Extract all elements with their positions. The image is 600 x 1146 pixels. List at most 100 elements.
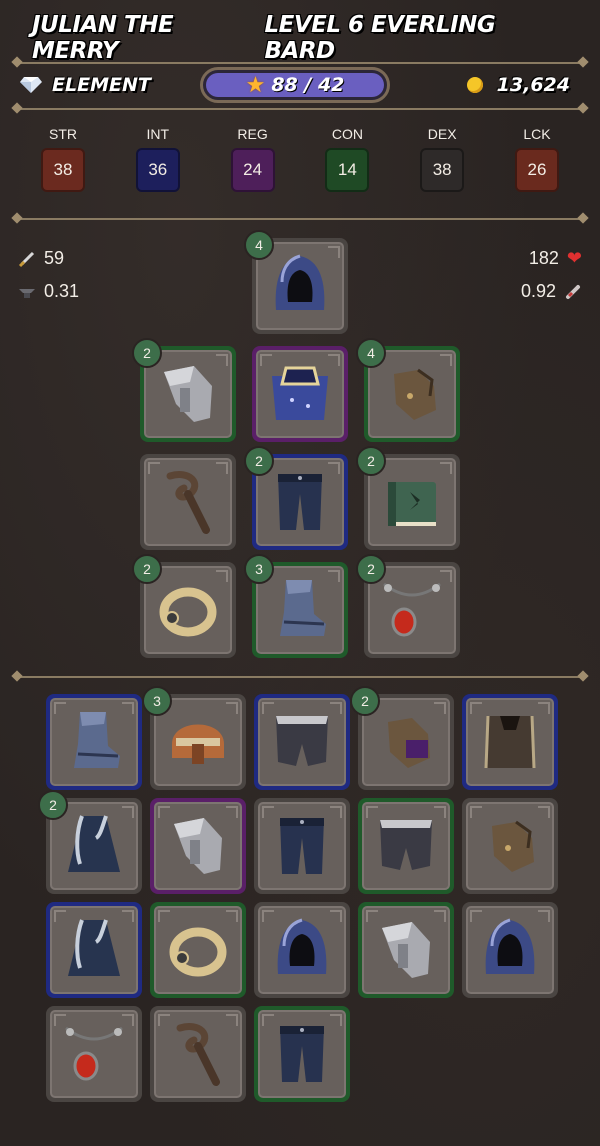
slot-frame (466, 698, 554, 786)
slot-frame (258, 802, 346, 890)
amulet-icon (65, 1026, 123, 1081)
stat-label: REG (237, 126, 268, 142)
item-count-badge: 2 (244, 446, 274, 476)
inventory-slot[interactable] (358, 798, 454, 894)
divider (15, 108, 585, 110)
item-count-badge: 2 (356, 446, 386, 476)
item-count-badge: 2 (132, 338, 162, 368)
inventory-slot[interactable] (254, 902, 350, 998)
inventory-slot[interactable] (462, 798, 558, 894)
inventory-slot[interactable] (462, 694, 558, 790)
stat-value: 38 (420, 148, 465, 192)
stat-label: INT (146, 126, 170, 142)
pauldron-icon (164, 366, 212, 422)
stat-reg[interactable]: REG 24 (206, 126, 300, 192)
attack-speed-stat: 0.31 (18, 281, 79, 302)
stat-dex[interactable]: DEX 38 (395, 126, 489, 192)
equip-slot-chest[interactable] (252, 346, 348, 442)
stat-lck[interactable]: LCK 26 (490, 126, 584, 192)
cloak-icon (68, 919, 120, 976)
stat-value: 26 (514, 148, 559, 192)
ring-icon (169, 927, 227, 977)
health-value: 182 (528, 248, 559, 268)
inventory-slot[interactable] (462, 902, 558, 998)
slot-frame (154, 802, 242, 890)
hood-icon (485, 918, 535, 974)
heart-icon: ❤ (566, 248, 582, 268)
item-count-badge: 2 (38, 790, 68, 820)
inventory-slot[interactable] (358, 902, 454, 998)
inventory-slot[interactable] (46, 1006, 142, 1102)
slot-frame (362, 906, 450, 994)
equip-slot-legs[interactable]: 2 (244, 446, 348, 550)
divider (15, 218, 585, 220)
attack-value: 59 (44, 248, 65, 268)
slot-frame (154, 1010, 242, 1098)
inventory-slot[interactable]: 2 (38, 790, 142, 894)
slot-frame (50, 698, 138, 786)
xp-value: 88 / 42 (271, 74, 345, 96)
item-count-badge: 4 (356, 338, 386, 368)
inventory-slot[interactable] (254, 694, 350, 790)
coin-icon (466, 77, 483, 93)
inventory-slot[interactable] (150, 1006, 246, 1102)
potion-icon (566, 284, 580, 299)
inventory-slot[interactable] (46, 694, 142, 790)
element[interactable]: Element (20, 74, 190, 96)
equip-slot-weapon[interactable] (140, 454, 236, 550)
inventory-slot[interactable] (150, 902, 246, 998)
staff-icon (176, 1023, 220, 1086)
dagger-icon (18, 251, 35, 267)
inventory-slot[interactable] (254, 1006, 350, 1102)
stat-label: DEX (427, 126, 457, 142)
slot-frame (50, 906, 138, 994)
diamond-icon (20, 77, 42, 93)
item-count-badge: 2 (350, 686, 380, 716)
amulet-icon (383, 582, 441, 637)
item-count-badge: 2 (356, 554, 386, 584)
inventory-slot[interactable] (46, 902, 142, 998)
equip-slot-feet[interactable]: 3 (244, 554, 348, 658)
boot-icon (280, 580, 326, 636)
equip-slot-shoulders[interactable]: 2 (132, 338, 236, 442)
pauldron-icon (382, 922, 430, 978)
inventory-slot[interactable]: 3 (142, 686, 246, 790)
equip-slot-hands[interactable]: 4 (356, 338, 460, 442)
stat-int[interactable]: INT 36 (111, 126, 205, 192)
hood-icon (277, 918, 327, 974)
equip-slot-ring[interactable]: 2 (132, 554, 236, 658)
equip-slot-neck[interactable]: 2 (356, 554, 460, 658)
stat-value: 36 (135, 148, 180, 192)
element-label: Element (52, 74, 151, 96)
inventory-slot[interactable] (150, 798, 246, 894)
character-level-class: Level 6 Everling Bard (264, 12, 496, 64)
stat-con[interactable]: CON 14 (300, 126, 394, 192)
inventory-slot[interactable]: 2 (350, 686, 454, 790)
xp-bar: ★ 88 / 42 (200, 67, 390, 103)
gold-value: 13,624 (496, 74, 570, 96)
item-count-badge: 4 (244, 230, 274, 260)
slot-frame (362, 802, 450, 890)
attack-stat: 59 (18, 248, 64, 269)
star-icon: ★ (245, 72, 266, 97)
stat-label: STR (49, 126, 77, 142)
anvil-icon (19, 288, 35, 298)
stat-value: 38 (41, 148, 85, 192)
stats-row: STR 38 INT 36 REG 24 CON 14 DEX 38 LCK 2… (16, 126, 584, 192)
gold: 13,624 (400, 74, 570, 96)
shorts-icon (276, 716, 328, 766)
slot-frame (466, 906, 554, 994)
inventory-slot[interactable] (254, 798, 350, 894)
gloves-icon (394, 368, 436, 420)
tunic-icon (484, 715, 536, 769)
pants-icon (278, 474, 322, 530)
health-stat: 182 ❤ (529, 248, 582, 269)
item-count-badge: 3 (244, 554, 274, 584)
equip-slot-offhand[interactable]: 2 (356, 446, 460, 550)
staff-icon (166, 471, 210, 534)
attack-speed-value: 0.31 (44, 281, 80, 301)
stat-str[interactable]: STR 38 (16, 126, 110, 192)
item-count-badge: 3 (142, 686, 172, 716)
stat-label: CON (331, 126, 363, 142)
equip-slot-head[interactable]: 4 (244, 230, 348, 334)
